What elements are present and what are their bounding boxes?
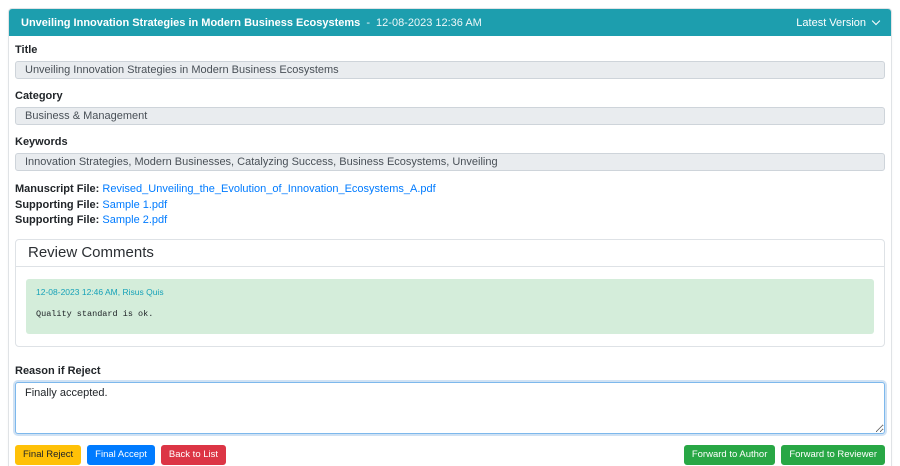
manuscript-file-row: Manuscript File: Revised_Unveiling_the_E… bbox=[15, 182, 885, 198]
manuscript-title: Unveiling Innovation Strategies in Moder… bbox=[21, 16, 361, 29]
chevron-down-icon bbox=[871, 16, 881, 26]
manuscript-card: Unveiling Innovation Strategies in Moder… bbox=[8, 8, 892, 466]
reason-if-reject-label: Reason if Reject bbox=[15, 364, 101, 377]
manuscript-file-link[interactable]: Revised_Unveiling_the_Evolution_of_Innov… bbox=[102, 183, 435, 195]
keywords-field[interactable]: Innovation Strategies, Modern Businesses… bbox=[15, 153, 885, 171]
manuscript-header-text: Unveiling Innovation Strategies in Moder… bbox=[21, 17, 482, 29]
manuscript-review-page: Unveiling Innovation Strategies in Moder… bbox=[0, 0, 900, 466]
review-comment-meta: 12-08-2023 12:46 AM, Risus Quis bbox=[36, 286, 164, 297]
review-comments-body: 12-08-2023 12:46 AM, Risus Quis Quality … bbox=[16, 267, 884, 346]
review-comments-heading: Review Comments bbox=[16, 240, 884, 267]
supporting-file-row: Supporting File: Sample 2.pdf bbox=[15, 213, 885, 229]
title-field[interactable]: Unveiling Innovation Strategies in Moder… bbox=[15, 61, 885, 79]
review-comment: 12-08-2023 12:46 AM, Risus Quis Quality … bbox=[26, 278, 874, 334]
manuscript-timestamp: 12-08-2023 12:36 AM bbox=[376, 16, 482, 29]
forward-to-reviewer-button[interactable]: Forward to Reviewer bbox=[781, 444, 885, 465]
final-accept-button[interactable]: Final Accept bbox=[87, 444, 155, 465]
file-list: Manuscript File: Revised_Unveiling_the_E… bbox=[15, 182, 885, 229]
forward-buttons: Forward to Author Forward to Reviewer bbox=[683, 444, 885, 465]
decision-buttons: Final Reject Final Accept Back to List bbox=[15, 444, 227, 465]
action-button-row: Final Reject Final Accept Back to List F… bbox=[15, 444, 885, 465]
category-label: Category bbox=[15, 90, 63, 102]
supporting-file-2-link[interactable]: Sample 2.pdf bbox=[102, 214, 167, 226]
category-field[interactable]: Business & Management bbox=[15, 107, 885, 125]
manuscript-file-label: Manuscript File: bbox=[15, 183, 100, 195]
title-label: Title bbox=[15, 44, 38, 56]
final-reject-button[interactable]: Final Reject bbox=[15, 444, 82, 465]
supporting-file-row: Supporting File: Sample 1.pdf bbox=[15, 198, 885, 214]
supporting-file-label: Supporting File: bbox=[15, 198, 100, 211]
review-comment-text: Quality standard is ok. bbox=[36, 308, 154, 319]
reason-if-reject-textarea[interactable]: Finally accepted. bbox=[15, 381, 885, 434]
supporting-file-1-link[interactable]: Sample 1.pdf bbox=[102, 199, 167, 211]
title-separator: - bbox=[366, 16, 370, 29]
manuscript-card-header: Unveiling Innovation Strategies in Moder… bbox=[9, 9, 891, 36]
supporting-file-label: Supporting File: bbox=[15, 214, 100, 226]
back-to-list-button[interactable]: Back to List bbox=[160, 444, 227, 465]
keywords-label: Keywords bbox=[15, 136, 68, 148]
review-comments-card: Review Comments 12-08-2023 12:46 AM, Ris… bbox=[15, 238, 885, 347]
latest-version-label: Latest Version bbox=[796, 16, 866, 29]
forward-to-author-button[interactable]: Forward to Author bbox=[683, 444, 776, 465]
latest-version-dropdown[interactable]: Latest Version bbox=[796, 16, 881, 29]
manuscript-card-body: Title Unveiling Innovation Strategies in… bbox=[9, 36, 891, 466]
